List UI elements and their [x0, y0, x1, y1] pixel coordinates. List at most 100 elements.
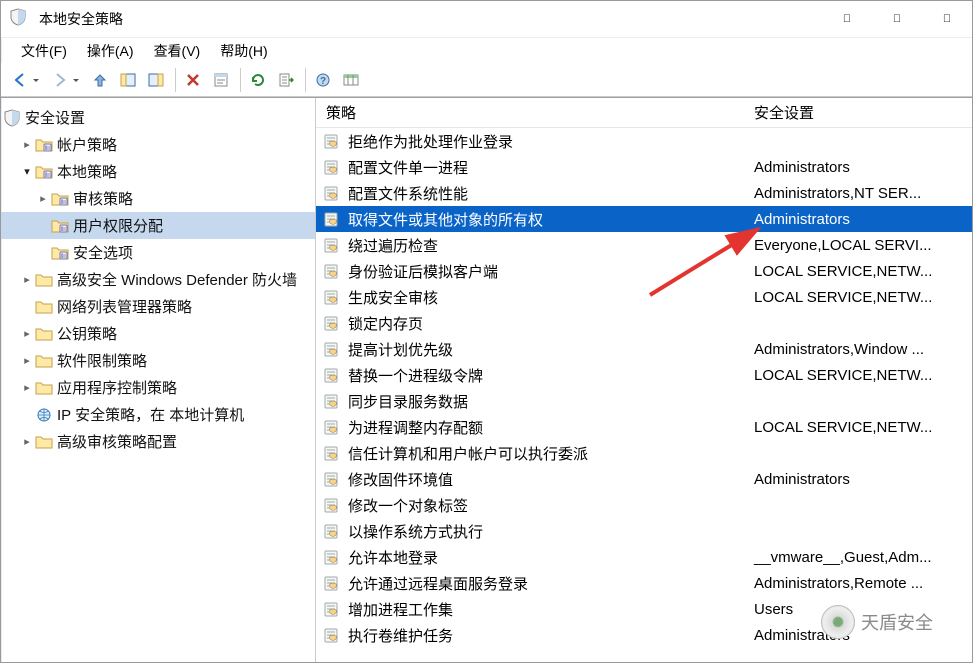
properties-button[interactable] [208, 67, 234, 93]
tree-item[interactable]: 软件限制策略 [1, 347, 315, 374]
tree-item[interactable]: 高级安全 Windows Defender 防火墙 [1, 266, 315, 293]
tree-item-label: 审核策略 [73, 188, 133, 209]
menu-view[interactable]: 查看(V) [144, 39, 211, 63]
policy-row[interactable]: 绕过遍历检查Everyone,LOCAL SERVI... [316, 232, 972, 258]
tree-item-label: 用户权限分配 [73, 215, 163, 236]
policy-name: 允许通过远程桌面服务登录 [348, 573, 528, 594]
folder-icon [35, 379, 53, 397]
tree-item-label: 应用程序控制策略 [57, 377, 177, 398]
policy-row[interactable]: 替换一个进程级令牌LOCAL SERVICE,NETW... [316, 362, 972, 388]
policy-setting: LOCAL SERVICE,NETW... [748, 367, 972, 384]
back-button[interactable] [7, 67, 45, 93]
policy-setting: Everyone,LOCAL SERVI... [748, 237, 972, 254]
app-icon [9, 8, 31, 30]
list-header[interactable]: 策略 安全设置 [316, 98, 972, 128]
policy-icon [324, 210, 342, 228]
expand-toggle[interactable] [19, 354, 35, 367]
expand-toggle[interactable] [19, 381, 35, 394]
policy-icon [324, 236, 342, 254]
titlebar[interactable]: 本地安全策略    [1, 1, 972, 37]
policy-row[interactable]: 身份验证后模拟客户端 LOCAL SERVICE,NETW... [316, 258, 972, 284]
policy-row[interactable]: 配置文件系统性能Administrators,NT SER... [316, 180, 972, 206]
showhide-tree-button[interactable] [115, 67, 141, 93]
menu-file[interactable]: 文件(F) [11, 39, 77, 63]
folder-icon [35, 163, 53, 181]
policy-row[interactable]: 取得文件或其他对象的所有权Administrators [316, 206, 972, 232]
policy-icon [324, 470, 342, 488]
refresh-button[interactable] [245, 67, 271, 93]
policy-setting: Administrators [748, 627, 972, 644]
policy-name: 允许本地登录 [348, 547, 438, 568]
expand-toggle[interactable] [19, 138, 35, 151]
policy-icon [324, 288, 342, 306]
tree-item[interactable]: 用户权限分配 [1, 212, 315, 239]
tree-item[interactable]: 网络列表管理器策略 [1, 293, 315, 320]
policy-name: 锁定内存页 [348, 313, 423, 334]
policy-icon [324, 574, 342, 592]
menu-help[interactable]: 帮助(H) [210, 39, 277, 63]
policy-row[interactable]: 拒绝作为批处理作业登录 [316, 128, 972, 154]
menu-action[interactable]: 操作(A) [77, 39, 144, 63]
policy-icon [324, 496, 342, 514]
policy-row[interactable]: 修改一个对象标签 [316, 492, 972, 518]
expand-toggle[interactable] [19, 165, 35, 178]
folder-icon [35, 433, 53, 451]
policy-row[interactable]: 允许通过远程桌面服务登录Administrators,Remote ... [316, 570, 972, 596]
folder-icon [51, 244, 69, 262]
policy-row[interactable]: 执行卷维护任务Administrators [316, 622, 972, 648]
policy-row[interactable]: 修改固件环境值Administrators [316, 466, 972, 492]
policy-setting: Administrators,Window ... [748, 341, 972, 358]
tree-item[interactable]: 审核策略 [1, 185, 315, 212]
folder-icon [35, 325, 53, 343]
policy-name: 修改一个对象标签 [348, 495, 468, 516]
policy-row[interactable]: 生成安全审核LOCAL SERVICE,NETW... [316, 284, 972, 310]
maximize-button[interactable]:  [872, 1, 922, 37]
expand-toggle[interactable] [19, 327, 35, 340]
policy-row[interactable]: 增加进程工作集Users [316, 596, 972, 622]
minimize-button[interactable]:  [822, 1, 872, 37]
policy-name: 提高计划优先级 [348, 339, 453, 360]
policy-icon [324, 522, 342, 540]
tree-item[interactable]: IP 安全策略，在 本地计算机 [1, 401, 315, 428]
list-body[interactable]: 拒绝作为批处理作业登录配置文件单一进程Administrators配置文件系统性… [316, 128, 972, 662]
delete-button[interactable] [180, 67, 206, 93]
policy-row[interactable]: 提高计划优先级 Administrators,Window ... [316, 336, 972, 362]
policy-row[interactable]: 配置文件单一进程Administrators [316, 154, 972, 180]
close-button[interactable]:  [922, 1, 972, 37]
policy-row[interactable]: 以操作系统方式执行 [316, 518, 972, 544]
showhide-pane-button[interactable] [143, 67, 169, 93]
folder-icon [35, 136, 53, 154]
tree-item[interactable]: 本地策略 [1, 158, 315, 185]
policy-row[interactable]: 为进程调整内存配额LOCAL SERVICE,NETW... [316, 414, 972, 440]
view-mode-button[interactable] [338, 67, 364, 93]
policy-name: 同步目录服务数据 [348, 391, 468, 412]
tree-root[interactable]: 安全设置 [1, 104, 315, 131]
help-button[interactable]: ? [310, 67, 336, 93]
policy-setting: LOCAL SERVICE,NETW... [748, 263, 972, 280]
policy-row[interactable]: 锁定内存页 [316, 310, 972, 336]
export-list-button[interactable] [273, 67, 299, 93]
tree-item[interactable]: 帐户策略 [1, 131, 315, 158]
expand-toggle[interactable] [19, 273, 35, 286]
tree-item[interactable]: 安全选项 [1, 239, 315, 266]
policy-row[interactable]: 同步目录服务数据 [316, 388, 972, 414]
policy-name: 身份验证后模拟客户端 [348, 261, 498, 282]
tree-item-label: 网络列表管理器策略 [57, 296, 192, 317]
expand-toggle[interactable] [19, 435, 35, 448]
policy-row[interactable]: 信任计算机和用户帐户可以执行委派 [316, 440, 972, 466]
nav-tree[interactable]: 安全设置 帐户策略本地策略审核策略用户权限分配安全选项高级安全 Windows … [1, 98, 316, 662]
tree-root-label: 安全设置 [25, 107, 85, 128]
column-setting[interactable]: 安全设置 [748, 102, 972, 123]
column-policy[interactable]: 策略 [316, 102, 748, 123]
policy-row[interactable]: 允许本地登录 __vmware__,Guest,Adm... [316, 544, 972, 570]
forward-button[interactable] [47, 67, 85, 93]
up-button[interactable] [87, 67, 113, 93]
tree-item[interactable]: 高级审核策略配置 [1, 428, 315, 455]
tree-item[interactable]: 应用程序控制策略 [1, 374, 315, 401]
policy-name: 配置文件系统性能 [348, 183, 468, 204]
policy-setting: LOCAL SERVICE,NETW... [748, 419, 972, 436]
policy-icon [324, 600, 342, 618]
expand-toggle[interactable] [35, 192, 51, 205]
tree-item[interactable]: 公钥策略 [1, 320, 315, 347]
policy-setting: __vmware__,Guest,Adm... [748, 549, 972, 566]
